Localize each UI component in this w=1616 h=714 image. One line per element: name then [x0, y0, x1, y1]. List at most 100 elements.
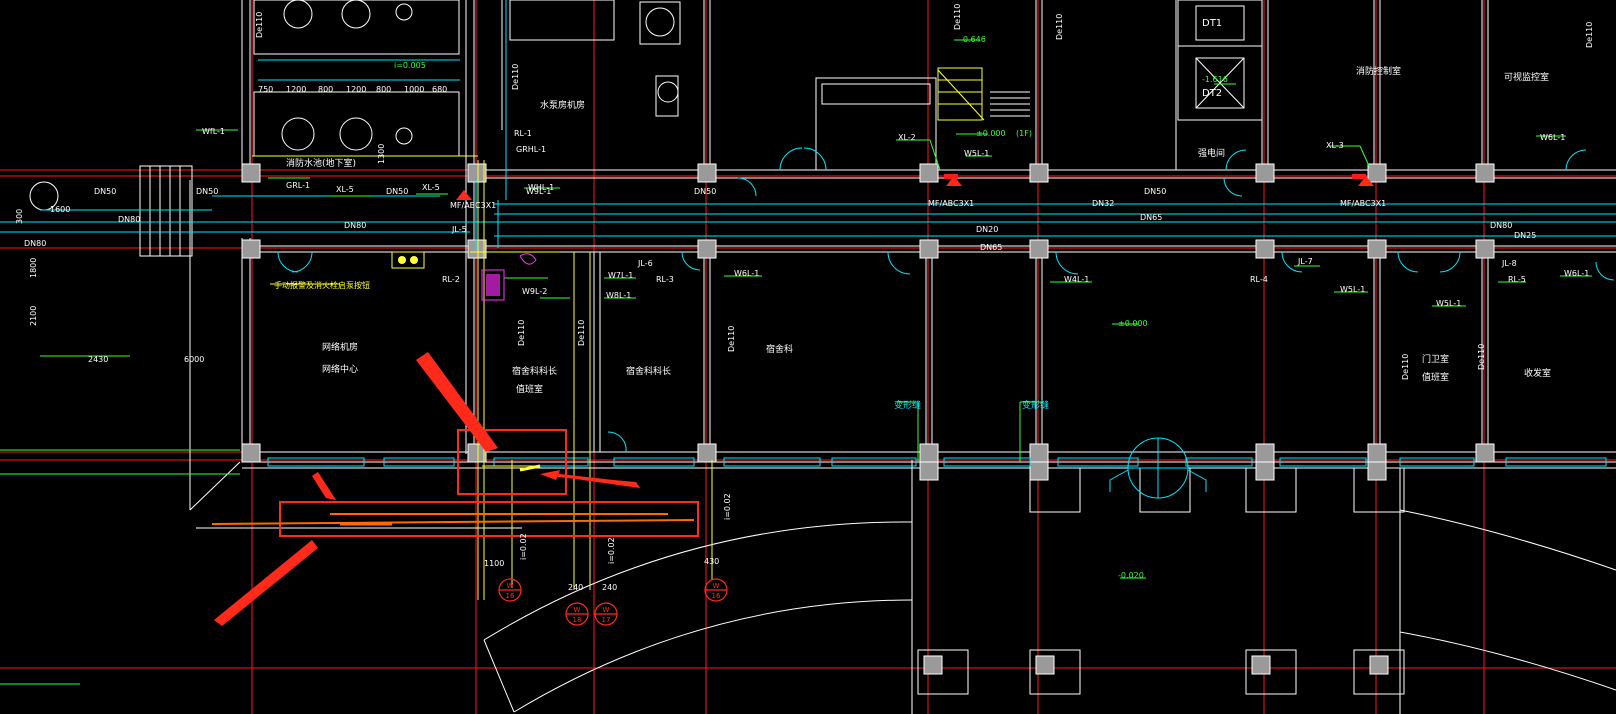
pipe-id: JL-7 [1297, 257, 1313, 266]
deform-joint-label: 变形缝 [894, 399, 921, 411]
pipe-id: i=0.02 [607, 537, 616, 564]
door-swing [607, 431, 627, 453]
pipe-id: De110 [1401, 354, 1410, 380]
pipe-id: De110 [727, 326, 736, 352]
room-label: 值班室 [1422, 371, 1449, 383]
pipe-id: De110 [255, 12, 264, 38]
pipe-id: GRHL-1 [516, 145, 546, 154]
room-label: 网络机房 [322, 341, 358, 353]
door-swing [1595, 261, 1615, 281]
column [241, 163, 261, 183]
column [1029, 163, 1049, 183]
door-swing [1439, 251, 1461, 273]
elevation: (1F) [1016, 129, 1032, 138]
pump-icon [395, 3, 413, 21]
pipe-id: DN80 [118, 215, 140, 224]
room-label: 消防水池(地下室) [286, 157, 356, 169]
pipe-id: RL-2 [442, 275, 460, 284]
door-swing [1565, 149, 1587, 171]
elevation: -0.646 [960, 35, 986, 44]
slope-label: i=0.005 [394, 61, 426, 70]
door-swing [803, 147, 827, 171]
door-swing [737, 177, 757, 197]
leader-line [1359, 145, 1371, 169]
riser-number: 16 [506, 592, 515, 600]
room-label: 网络中心 [322, 363, 358, 375]
pipe-id: W6L-1 [734, 269, 759, 278]
pump-icon [283, 0, 313, 29]
dimension: 750 [258, 85, 273, 94]
cad-drawing-canvas[interactable]: 网络机房 网络中心 宿舍科科长 值班室 宿舍科科长 宿舍科 水泵房机房 消防控制… [0, 0, 1616, 714]
walls [139, 0, 1616, 714]
pipe-id: DN32 [1092, 199, 1114, 208]
terrace-arc [1399, 631, 1616, 691]
column [1367, 239, 1387, 259]
column [467, 163, 487, 183]
column [1367, 461, 1387, 481]
room-label: 宿舍科科长 [626, 365, 671, 377]
markup-arrow-shaft [545, 472, 637, 486]
column [923, 655, 943, 675]
pump-icon [395, 127, 413, 145]
pipe-id: MF/ABC3X1 [450, 201, 496, 210]
door-swing [1109, 469, 1129, 492]
column [1367, 443, 1387, 463]
dimension: 1200 [346, 85, 366, 94]
pipe-id: DN65 [1140, 213, 1162, 222]
column [697, 239, 717, 259]
room-label: 收发室 [1524, 367, 1551, 379]
pipe-id: De110 [1055, 14, 1064, 40]
review-markups [211, 352, 699, 626]
wall-line [189, 461, 241, 511]
pipe-id: RL-4 [1250, 275, 1268, 284]
pipe-id: JL-5 [451, 225, 467, 234]
pipe-id: DN50 [94, 187, 116, 196]
column [1255, 239, 1275, 259]
pipe-id: GRL-1 [286, 181, 310, 190]
riser-number: 16 [712, 592, 721, 600]
dimension: 800 [376, 85, 391, 94]
dimension: 300 [15, 209, 24, 224]
elevation-labels: -0.646 ±0.000 (1F) ±0.000 -0.020 -1.616 … [394, 35, 1228, 580]
dimension: 1200 [286, 85, 306, 94]
room-label: 消防控制室 [1356, 65, 1401, 77]
door-swing [1187, 469, 1207, 492]
terrace-arc [483, 521, 913, 641]
pipe-id: MF/ABC3X1 [928, 199, 974, 208]
pipe-id: W7L-1 [608, 271, 633, 280]
pipe-id: XL-5 [422, 183, 440, 192]
pipe-id: DN25 [1514, 231, 1536, 240]
dimension: 1600 [50, 205, 70, 214]
door-swing [887, 251, 911, 275]
elevation: -0.020 [1118, 571, 1144, 580]
pipe-id: DN50 [386, 187, 408, 196]
column [1369, 655, 1389, 675]
dimension: 680 [432, 85, 447, 94]
markup-arrow-icon [214, 540, 318, 626]
column [697, 163, 717, 183]
pipe-id: DN65 [980, 243, 1002, 252]
equipment-box [253, 91, 460, 157]
column [241, 239, 261, 259]
pump-icon [341, 0, 371, 29]
pipe-id: W5L-1 [964, 149, 989, 158]
door-swing [1397, 251, 1419, 273]
pipe-id: XL-5 [336, 185, 354, 194]
pipe-id: JL-8 [1501, 259, 1517, 268]
room-label: 强电间 [1198, 147, 1225, 159]
pipe-id: RL-3 [656, 275, 674, 284]
equipment-box [509, 0, 615, 41]
elevation: ±0.000 [976, 129, 1006, 138]
pipe-id: De110 [953, 4, 962, 30]
pipe-id: DN50 [1144, 187, 1166, 196]
dimension: 240 [568, 583, 583, 592]
leader-lines [0, 39, 1592, 685]
columns [241, 163, 1495, 675]
fixtures [391, 251, 537, 301]
pipe-id: RL-5 [1508, 275, 1526, 284]
dimension: 1300 [377, 144, 386, 164]
pipe-id: W4L-1 [1064, 275, 1089, 284]
pipe-id: DN80 [1490, 221, 1512, 230]
column [1029, 239, 1049, 259]
pipe-id: De110 [1477, 344, 1486, 370]
